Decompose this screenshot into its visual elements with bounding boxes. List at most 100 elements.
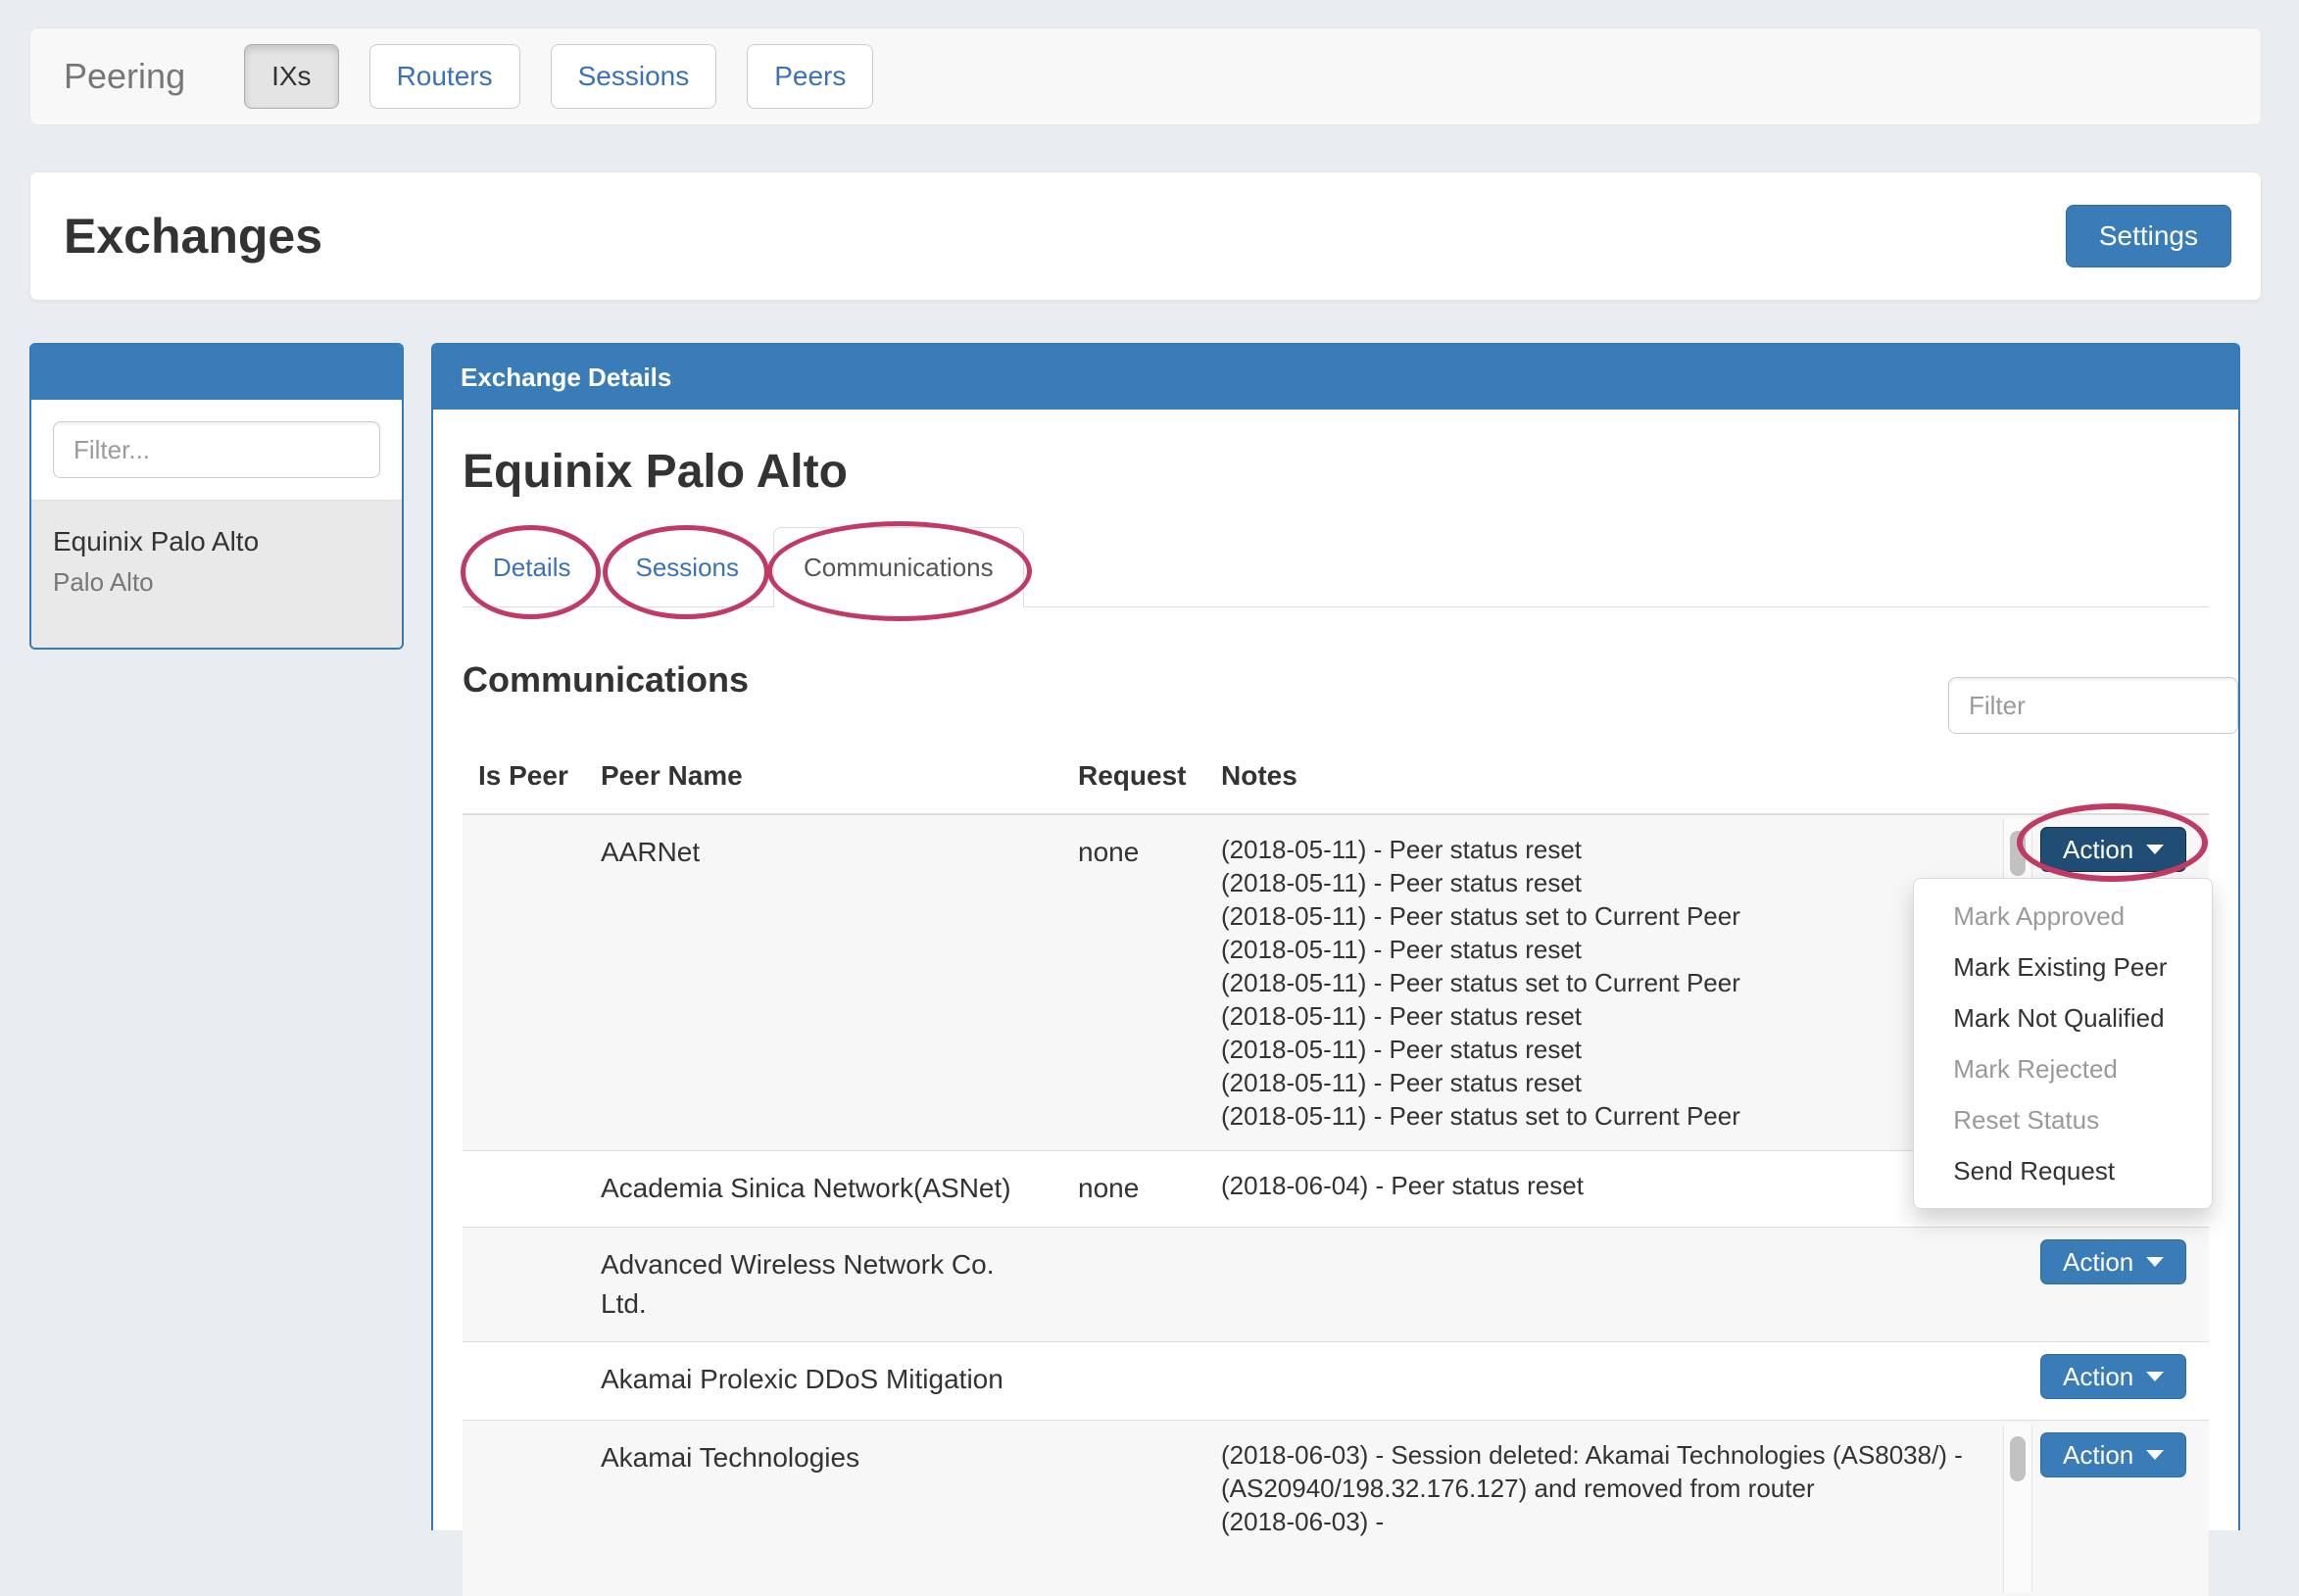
exchange-list-panel-header xyxy=(31,345,402,400)
note-line: (2018-05-11) - Peer status reset xyxy=(1221,933,1995,966)
tab-communications[interactable]: Communications xyxy=(773,527,1024,607)
brand-peering: Peering xyxy=(64,56,185,97)
nav-button-sessions[interactable]: Sessions xyxy=(551,44,717,109)
note-line: (2018-06-03) - Session deleted: Akamai T… xyxy=(1221,1438,1995,1472)
cell-is-peer xyxy=(463,1342,585,1420)
note-line: (2018-05-11) - Peer status reset xyxy=(1221,833,1995,866)
dropdown-item-send-request[interactable]: Send Request xyxy=(1914,1145,2212,1196)
note-line: (2018-06-04) - Peer status reset xyxy=(1221,1169,1995,1202)
action-button[interactable]: Action xyxy=(2040,1432,2186,1477)
cell-request xyxy=(1062,1342,1205,1420)
action-button-label: Action xyxy=(2063,1440,2133,1471)
cell-request: none xyxy=(1062,815,1205,1150)
exchange-details-panel: Exchange Details Equinix Palo Alto Detai… xyxy=(431,343,2240,1530)
cell-notes: (2018-05-11) - Peer status reset(2018-05… xyxy=(1205,815,1995,1150)
notes-scrollbar-thumb[interactable] xyxy=(2010,1436,2026,1481)
tab-details[interactable]: Details xyxy=(463,527,601,607)
table-row: Akamai Technologies (2018-06-03) - Sessio… xyxy=(463,1420,2209,1596)
panel-header-title: Exchange Details xyxy=(461,363,671,393)
note-line: (2018-05-11) - Peer status set to Curren… xyxy=(1221,899,1995,933)
column-header-action-spacer xyxy=(2040,739,2209,813)
cell-action: Action xyxy=(2040,1228,2211,1341)
notes-scrollbar-track[interactable] xyxy=(2003,1425,2032,1592)
exchange-location: Palo Alto xyxy=(53,567,380,598)
cell-peer-name: Akamai Prolexic DDoS Mitigation xyxy=(585,1342,1062,1420)
cell-action: Action xyxy=(2040,1342,2211,1420)
dropdown-item-reset-status[interactable]: Reset Status xyxy=(1914,1094,2212,1145)
cell-notes xyxy=(1205,1228,1995,1341)
communications-heading: Communications xyxy=(463,658,2209,701)
exchange-list-item[interactable]: Equinix Palo Alto Palo Alto xyxy=(31,500,402,648)
cell-is-peer xyxy=(463,1421,585,1596)
cell-request xyxy=(1062,1421,1205,1596)
tab-label[interactable]: Details xyxy=(463,527,601,607)
caret-down-icon xyxy=(2146,845,2164,854)
note-line: (2018-05-11) - Peer status reset xyxy=(1221,866,1995,899)
caret-down-icon xyxy=(2146,1257,2164,1267)
column-header-scroll-spacer xyxy=(1995,739,2040,813)
column-header-notes: Notes xyxy=(1205,739,1995,813)
cell-is-peer xyxy=(463,1228,585,1341)
cell-is-peer xyxy=(463,815,585,1150)
cell-scrollbar xyxy=(1995,1342,2040,1420)
caret-down-icon xyxy=(2146,1372,2164,1381)
note-line: (2018-05-11) - Peer status reset xyxy=(1221,999,1995,1033)
cell-request xyxy=(1062,1228,1205,1341)
column-header-is-peer: Is Peer xyxy=(463,739,585,813)
action-button[interactable]: Action xyxy=(2040,1239,2186,1284)
top-navbar: Peering IXs Routers Sessions Peers xyxy=(29,27,2262,125)
cell-action: Action xyxy=(2040,1421,2211,1596)
table-row: Advanced Wireless Network Co. Ltd. Action xyxy=(463,1227,2209,1341)
tab-label[interactable]: Communications xyxy=(773,527,1024,607)
page-title: Exchanges xyxy=(64,208,2066,265)
table-row: AARNetnone(2018-05-11) - Peer status res… xyxy=(463,815,2209,1150)
note-line: (2018-05-11) - Peer status set to Curren… xyxy=(1221,966,1995,999)
tab-label[interactable]: Sessions xyxy=(605,527,769,607)
communications-table: Is Peer Peer Name Request Notes AARNetno… xyxy=(463,739,2209,1596)
dropdown-item-mark-approved[interactable]: Mark Approved xyxy=(1914,891,2212,942)
cell-scrollbar xyxy=(1995,1228,2040,1341)
cell-scrollbar xyxy=(1995,1421,2040,1596)
dropdown-item-mark-existing-peer[interactable]: Mark Existing Peer xyxy=(1914,942,2212,992)
tab-sessions[interactable]: Sessions xyxy=(605,527,769,607)
exchange-list-panel: Equinix Palo Alto Palo Alto xyxy=(29,343,404,650)
action-button-label: Action xyxy=(2063,835,2133,865)
exchange-name: Equinix Palo Alto xyxy=(53,526,380,557)
table-header-row: Is Peer Peer Name Request Notes xyxy=(463,739,2209,815)
exchange-filter-input[interactable] xyxy=(53,421,380,478)
action-button-label: Action xyxy=(2063,1247,2133,1278)
cell-action: ActionMark ApprovedMark Existing PeerMar… xyxy=(2040,815,2211,1150)
cell-peer-name: Advanced Wireless Network Co. Ltd. xyxy=(585,1228,1062,1341)
cell-peer-name: AARNet xyxy=(585,815,1062,1150)
dropdown-item-mark-not-qualified[interactable]: Mark Not Qualified xyxy=(1914,992,2212,1043)
note-line: (2018-05-11) - Peer status set to Curren… xyxy=(1221,1099,1995,1133)
dropdown-item-mark-rejected[interactable]: Mark Rejected xyxy=(1914,1043,2212,1094)
caret-down-icon xyxy=(2146,1450,2164,1460)
cell-notes xyxy=(1205,1342,1995,1420)
note-line: (2018-05-11) - Peer status reset xyxy=(1221,1066,1995,1099)
cell-peer-name: Akamai Technologies xyxy=(585,1421,1062,1596)
settings-button[interactable]: Settings xyxy=(2066,205,2231,267)
page-header-panel: Exchanges Settings xyxy=(29,171,2262,301)
action-button-label: Action xyxy=(2063,1362,2133,1392)
action-button[interactable]: Action xyxy=(2040,827,2186,872)
cell-notes: (2018-06-04) - Peer status reset xyxy=(1205,1151,1995,1227)
notes-scrollbar-thumb[interactable] xyxy=(2010,831,2026,876)
cell-peer-name: Academia Sinica Network(ASNet) xyxy=(585,1151,1062,1227)
cell-request: none xyxy=(1062,1151,1205,1227)
table-filter-input[interactable] xyxy=(1948,677,2238,734)
nav-button-peers[interactable]: Peers xyxy=(747,44,873,109)
nav-button-group: IXs Routers Sessions Peers xyxy=(244,44,873,109)
action-button[interactable]: Action xyxy=(2040,1354,2186,1399)
cell-is-peer xyxy=(463,1151,585,1227)
nav-button-ixs[interactable]: IXs xyxy=(244,44,338,109)
note-line: (AS20940/198.32.176.127) and removed fro… xyxy=(1221,1472,1995,1505)
nav-button-routers[interactable]: Routers xyxy=(369,44,520,109)
table-row: Akamai Prolexic DDoS Mitigation Action xyxy=(463,1341,2209,1420)
column-header-request: Request xyxy=(1062,739,1205,813)
table-body: AARNetnone(2018-05-11) - Peer status res… xyxy=(463,815,2209,1596)
column-header-peer-name: Peer Name xyxy=(585,739,1062,813)
action-dropdown-menu: Mark ApprovedMark Existing PeerMark Not … xyxy=(1913,878,2213,1209)
tab-bar: DetailsSessionsCommunications xyxy=(463,527,2209,607)
panel-header: Exchange Details xyxy=(433,345,2238,410)
